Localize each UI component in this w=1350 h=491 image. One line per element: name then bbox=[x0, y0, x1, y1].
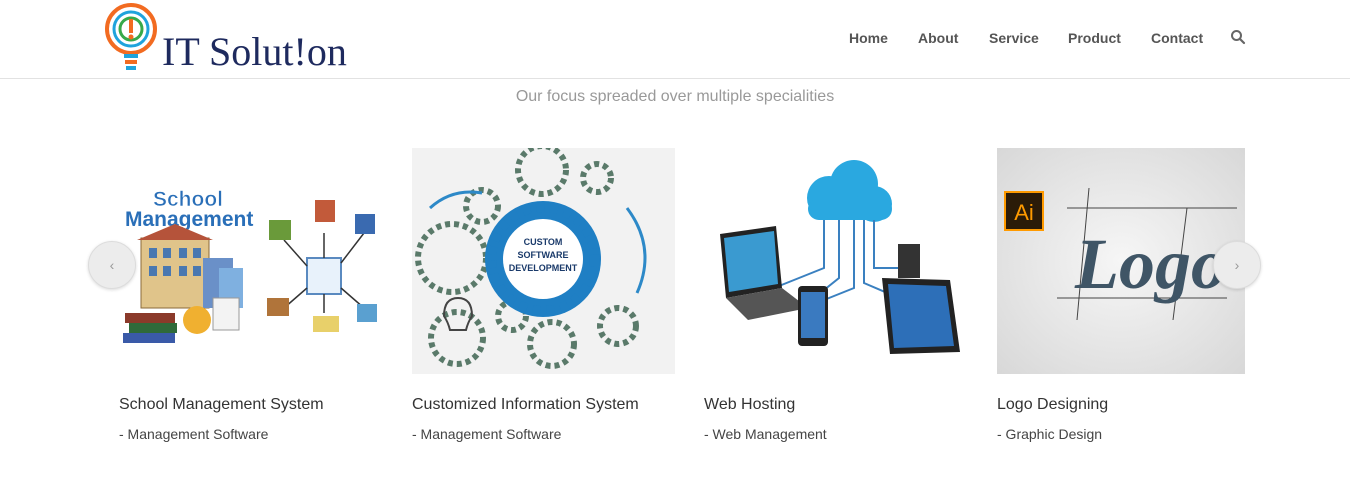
management-label: Management bbox=[125, 208, 253, 231]
nav-service[interactable]: Service bbox=[989, 29, 1039, 47]
card-title[interactable]: Web Hosting bbox=[704, 396, 795, 414]
software-label: SOFTWARE bbox=[518, 250, 569, 260]
school-management-illustration-icon: School Management bbox=[119, 148, 382, 374]
custom-label: CUSTOM bbox=[524, 237, 563, 247]
web-hosting-image[interactable] bbox=[704, 148, 967, 374]
card-title[interactable]: School Management System bbox=[119, 396, 324, 414]
main-nav: Home About Service Product Contact bbox=[0, 29, 1350, 49]
custom-software-image[interactable]: CUSTOM SOFTWARE DEVELOPMENT bbox=[412, 148, 675, 374]
site-header: IT Solut!on Home About Service Product C… bbox=[0, 0, 1350, 79]
carousel-next-button[interactable]: › bbox=[1213, 241, 1261, 289]
ai-label: Ai bbox=[1014, 200, 1034, 225]
nav-product[interactable]: Product bbox=[1068, 29, 1121, 47]
card-title[interactable]: Logo Designing bbox=[997, 396, 1108, 414]
chevron-left-icon: ‹ bbox=[109, 257, 115, 273]
search-icon[interactable] bbox=[1230, 29, 1246, 45]
cloud-devices-illustration-icon bbox=[704, 148, 967, 374]
section-tagline: Our focus spreaded over multiple special… bbox=[515, 88, 835, 105]
carousel-prev-button[interactable]: ‹ bbox=[88, 241, 136, 289]
card-subtitle: - Management Software bbox=[412, 426, 562, 442]
nav-contact[interactable]: Contact bbox=[1151, 29, 1203, 47]
card-subtitle: - Graphic Design bbox=[997, 426, 1103, 442]
logo-wordmark: Logo bbox=[1074, 224, 1227, 304]
nav-home[interactable]: Home bbox=[849, 29, 888, 47]
card-subtitle: - Web Management bbox=[704, 426, 827, 442]
development-label: DEVELOPMENT bbox=[509, 263, 578, 273]
card-subtitle: - Management Software bbox=[119, 426, 269, 442]
card-title[interactable]: Customized Information System bbox=[412, 396, 639, 414]
ai-logo-illustration-icon: Ai Logo bbox=[997, 148, 1245, 374]
nav-about[interactable]: About bbox=[918, 29, 958, 47]
logo-design-image[interactable]: Ai Logo bbox=[997, 148, 1245, 374]
school-management-image[interactable]: School Management bbox=[119, 148, 382, 374]
gears-illustration-icon: CUSTOM SOFTWARE DEVELOPMENT bbox=[412, 148, 675, 374]
chevron-right-icon: › bbox=[1234, 257, 1240, 273]
